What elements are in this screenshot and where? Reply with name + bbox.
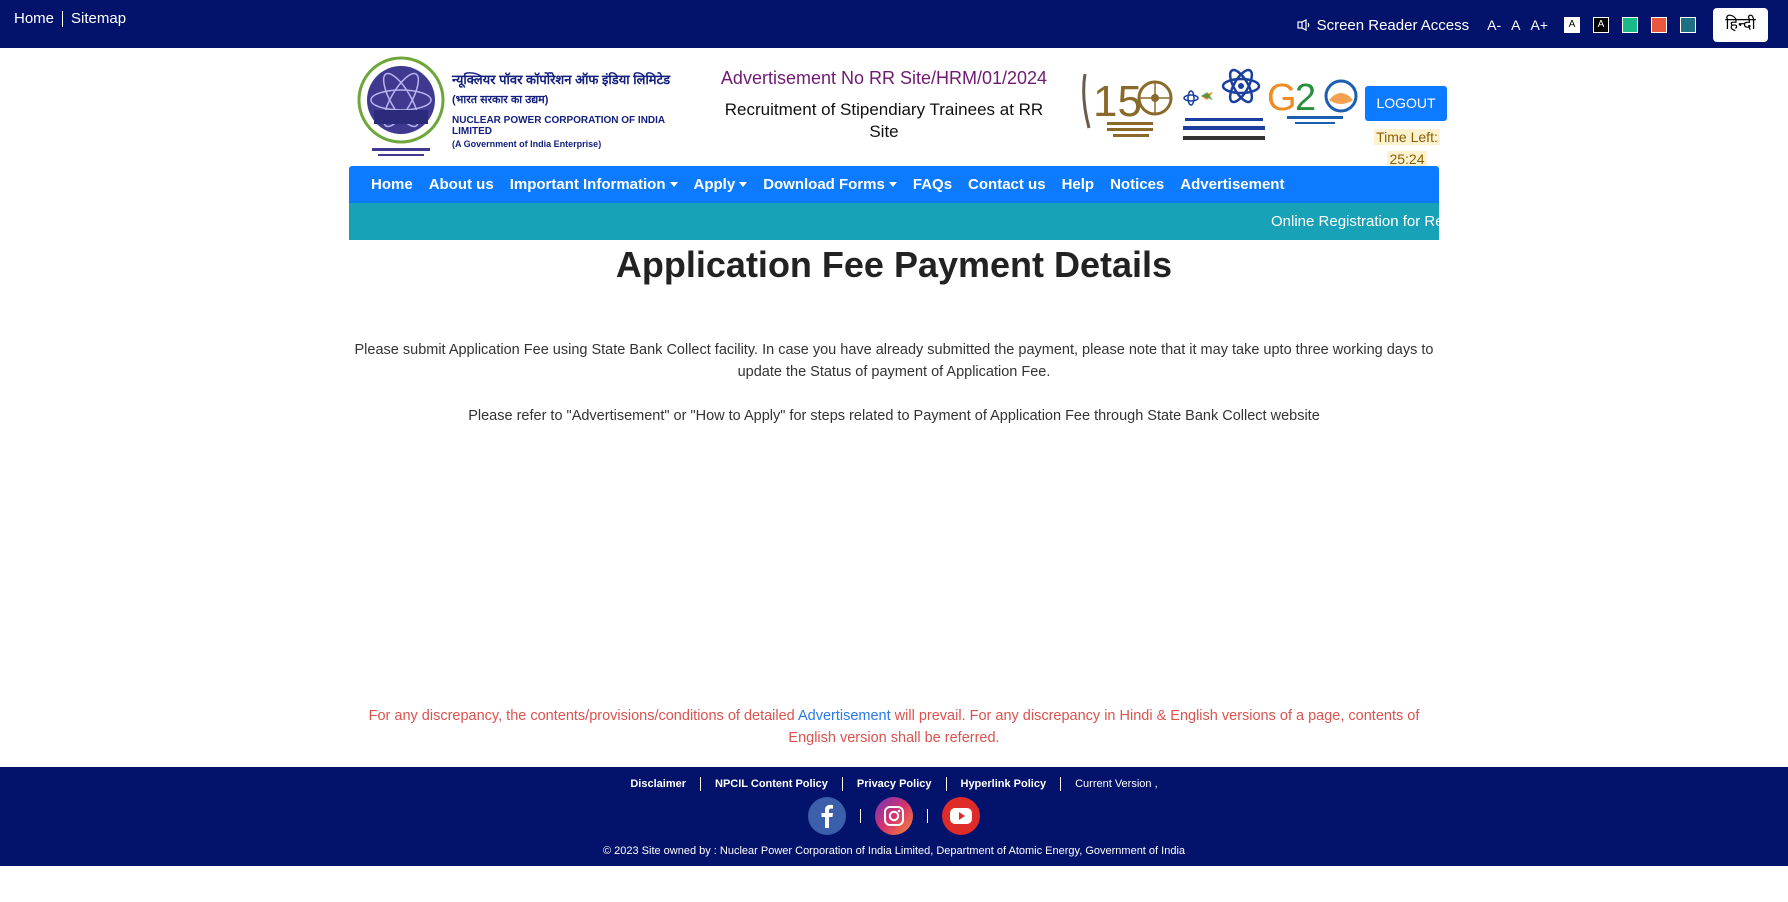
nav-contact-us[interactable]: Contact us — [968, 176, 1046, 193]
footer-hyperlink-policy-link[interactable]: Hyperlink Policy — [947, 778, 1061, 790]
svg-text:2: 2 — [1295, 77, 1316, 119]
footer-content-policy-link[interactable]: NPCIL Content Policy — [701, 778, 842, 790]
theme-teal-button[interactable] — [1680, 17, 1696, 33]
font-decrease-button[interactable]: A- — [1487, 17, 1501, 33]
footer-version: Current Version , — [1075, 778, 1158, 790]
svg-text:15: 15 — [1093, 77, 1142, 126]
organization-name: न्यूक्लियर पॉवर कॉर्पोरेशन ऑफ इंडिया लिम… — [452, 70, 702, 149]
g20-emblem-icon: G 2 — [1267, 77, 1358, 124]
discrepancy-text-pre: For any discrepancy, the contents/provis… — [368, 708, 798, 724]
nav-download-forms[interactable]: Download Forms — [763, 176, 897, 193]
caret-down-icon — [888, 182, 897, 187]
instagram-icon[interactable] — [875, 797, 913, 835]
top-links: Home Sitemap — [14, 10, 126, 27]
session-timer: Time Left: 25:24 — [1367, 126, 1447, 170]
advertisement-link[interactable]: Advertisement — [798, 708, 891, 724]
facebook-icon[interactable] — [808, 797, 846, 835]
top-bar: Home Sitemap Screen Reader Access A- A A… — [0, 0, 1788, 48]
language-hindi-button[interactable]: हिन्दी — [1713, 8, 1768, 42]
discrepancy-notice: For any discrepancy, the contents/provis… — [349, 705, 1439, 749]
org-english-subtitle: (A Government of India Enterprise) — [452, 139, 602, 149]
nav-advertisement[interactable]: Advertisement — [1180, 176, 1284, 193]
logout-button[interactable]: LOGOUT — [1365, 86, 1447, 121]
copyright: © 2023 Site owned by : Nuclear Power Cor… — [602, 845, 1186, 857]
social-divider — [860, 809, 861, 823]
caret-down-icon — [669, 182, 678, 187]
theme-white-button[interactable]: A — [1564, 17, 1580, 33]
screen-reader-label: Screen Reader Access — [1316, 16, 1470, 34]
npcil-logo-icon — [357, 56, 445, 156]
footer-privacy-policy-link[interactable]: Privacy Policy — [843, 778, 946, 790]
nav-apply[interactable]: Apply — [694, 176, 748, 193]
nav-notices[interactable]: Notices — [1110, 176, 1164, 193]
youtube-icon[interactable] — [942, 797, 980, 835]
theme-green-button[interactable] — [1622, 17, 1638, 33]
org-hindi-name: न्यूक्लियर पॉवर कॉर्पोरेशन ऑफ इंडिया लिम… — [452, 72, 671, 87]
accessibility-tools: Screen Reader Access A- A A+ A A हिन्दी — [1296, 8, 1768, 42]
social-links — [0, 797, 1788, 835]
org-english-name: NUCLEAR POWER CORPORATION OF INDIA LIMIT… — [452, 115, 665, 137]
site-footer: Disclaimer NPCIL Content Policy Privacy … — [0, 767, 1788, 866]
page-title: Application Fee Payment Details — [615, 244, 1173, 285]
nav-faqs[interactable]: FAQs — [913, 176, 952, 193]
site-header: न्यूक्लियर पॉवर कॉर्पोरेशन ऑफ इंडिया लिम… — [349, 48, 1447, 167]
technologies-new-india-emblem-icon — [1183, 68, 1265, 140]
time-left-label: Time Left: — [1374, 129, 1440, 145]
screen-reader-link[interactable]: Screen Reader Access — [1296, 16, 1470, 34]
footer-links: Disclaimer NPCIL Content Policy Privacy … — [0, 777, 1788, 791]
time-left-value: 25:24 — [1387, 151, 1427, 167]
nav-help[interactable]: Help — [1062, 176, 1095, 193]
150-years-mahatma-emblem-icon: 15 — [1082, 73, 1173, 137]
payment-reference-note: Please refer to "Advertisement" or "How … — [468, 408, 1320, 424]
font-normal-button[interactable]: A — [1511, 17, 1520, 33]
social-divider — [927, 809, 928, 823]
nav-about-us[interactable]: About us — [429, 176, 494, 193]
top-sitemap-link[interactable]: Sitemap — [71, 10, 126, 27]
recruitment-title: Recruitment of Stipendiary Trainees at R… — [724, 100, 1044, 141]
theme-red-button[interactable] — [1651, 17, 1667, 33]
top-link-divider — [62, 10, 64, 27]
caret-down-icon — [739, 182, 748, 187]
main-navigation: Home About us Important Information Appl… — [349, 166, 1439, 203]
svg-text:G: G — [1267, 77, 1297, 119]
org-hindi-subtitle: (भारत सरकार का उद्यम) — [452, 94, 549, 106]
advertisement-heading: Advertisement No RR Site/HRM/01/2024 Rec… — [709, 68, 1059, 143]
nav-important-information[interactable]: Important Information — [510, 176, 678, 193]
font-increase-button[interactable]: A+ — [1530, 17, 1548, 33]
advertisement-number: Advertisement No RR Site/HRM/01/2024 — [720, 68, 1048, 88]
payment-instructions: Please submit Application Fee using Stat… — [354, 342, 1434, 380]
ticker-text[interactable]: Online Registration for Re — [1271, 213, 1439, 230]
nav-home[interactable]: Home — [371, 176, 413, 193]
top-home-link[interactable]: Home — [14, 10, 54, 27]
speaker-icon — [1296, 19, 1309, 31]
theme-black-button[interactable]: A — [1593, 17, 1609, 33]
news-ticker: Online Registration for Re — [349, 203, 1439, 240]
footer-disclaimer-link[interactable]: Disclaimer — [616, 778, 700, 790]
